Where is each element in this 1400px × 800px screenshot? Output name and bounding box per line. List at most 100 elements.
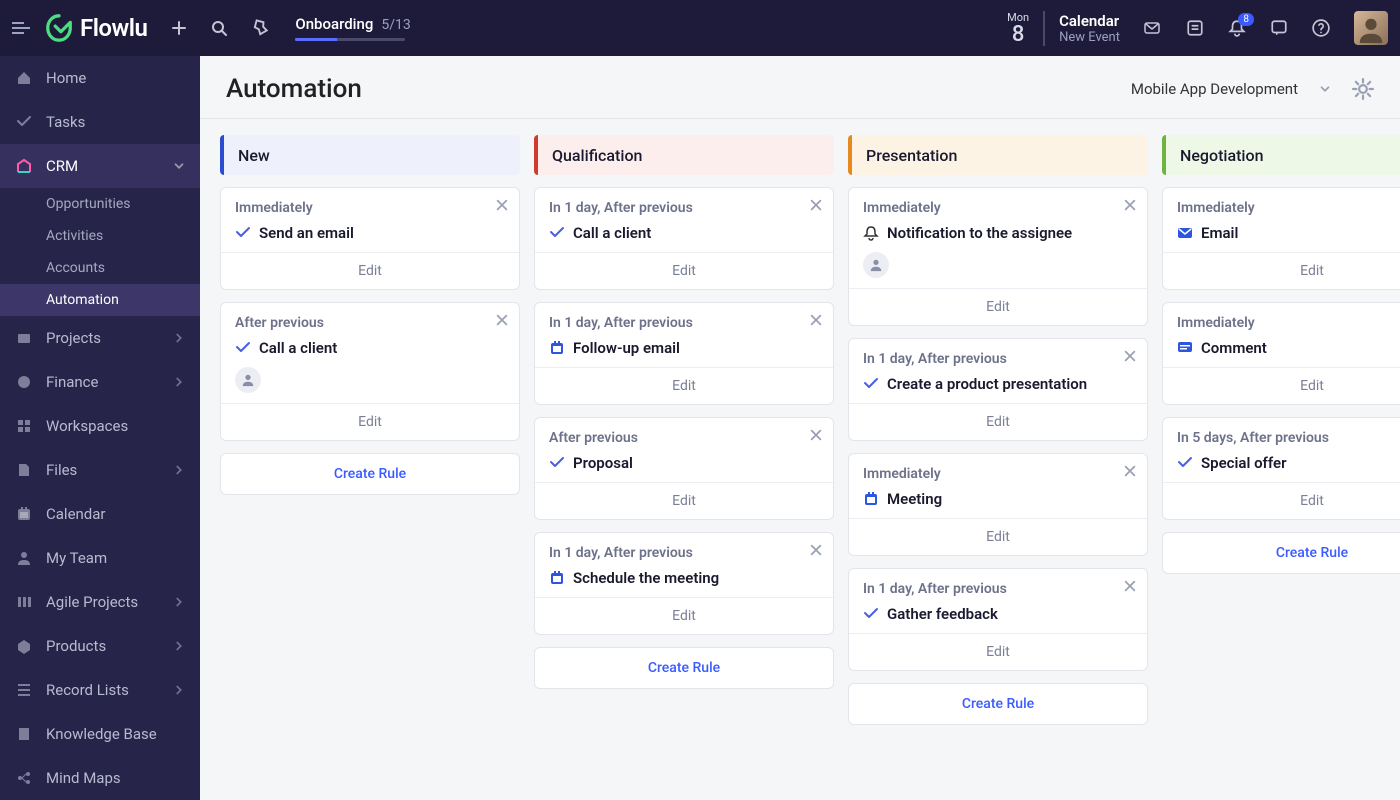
- chat-icon[interactable]: [1270, 19, 1288, 37]
- column: PresentationImmediatelyNotification to t…: [848, 135, 1148, 784]
- card-edit-button[interactable]: Edit: [849, 518, 1147, 555]
- card-edit-button[interactable]: Edit: [535, 597, 833, 634]
- sidebar-sub-activities[interactable]: Activities: [0, 220, 200, 252]
- mail-icon: [1177, 225, 1193, 241]
- sidebar-item-tasks[interactable]: Tasks: [0, 100, 200, 144]
- check-icon: [1177, 455, 1193, 471]
- tasks-icon: [14, 112, 34, 132]
- card-action: Meeting: [863, 490, 1133, 508]
- card-trigger: In 1 day, After previous: [549, 315, 819, 331]
- check-icon: [235, 225, 251, 241]
- mail-icon[interactable]: [1142, 20, 1162, 36]
- create-rule-button[interactable]: Create Rule: [848, 683, 1148, 725]
- card-label: Send an email: [259, 224, 354, 242]
- calendar-widget[interactable]: Calendar New Event: [1059, 12, 1120, 45]
- card-edit-button[interactable]: Edit: [849, 403, 1147, 440]
- create-rule-button[interactable]: Create Rule: [220, 453, 520, 495]
- column: NegotiationImmediatelyEmailEditImmediate…: [1162, 135, 1400, 784]
- card-trigger: After previous: [235, 315, 505, 331]
- menu-toggle-icon[interactable]: [12, 21, 36, 35]
- sidebar-item-label: Home: [46, 69, 86, 87]
- card-close-button[interactable]: [1123, 198, 1137, 212]
- assignee-chip[interactable]: [235, 367, 261, 393]
- card-label: Notification to the assignee: [887, 224, 1072, 242]
- sidebar-item-home[interactable]: Home: [0, 56, 200, 100]
- chevron-right-icon: [172, 331, 186, 345]
- sidebar-item-workspaces[interactable]: Workspaces: [0, 404, 200, 448]
- sidebar-item-projects[interactable]: Projects: [0, 316, 200, 360]
- sidebar-item-products[interactable]: Products: [0, 624, 200, 668]
- sidebar-item-records[interactable]: Record Lists: [0, 668, 200, 712]
- notifications-badge: 8: [1238, 13, 1254, 26]
- chat-icon: [1177, 340, 1193, 356]
- sidebar-sub-opportunities[interactable]: Opportunities: [0, 188, 200, 220]
- sidebar-item-crm[interactable]: CRM: [0, 144, 200, 188]
- notifications-icon[interactable]: 8: [1228, 19, 1246, 37]
- help-icon[interactable]: [1312, 19, 1330, 37]
- automation-card: After previousCall a clientEdit: [220, 302, 520, 441]
- onboarding-label: Onboarding: [295, 15, 373, 33]
- card-trigger: Immediately: [863, 200, 1133, 216]
- automation-card: In 5 days, After previousSpecial offerEd…: [1162, 417, 1400, 520]
- onboarding-widget[interactable]: Onboarding 5/13: [295, 15, 410, 41]
- card-label: Special offer: [1201, 454, 1287, 472]
- settings-button[interactable]: [1352, 78, 1374, 100]
- add-button[interactable]: [171, 20, 187, 36]
- card-trigger: In 1 day, After previous: [863, 581, 1133, 597]
- sidebar-item-label: Products: [46, 637, 106, 655]
- card-close-button[interactable]: [809, 313, 823, 327]
- sidebar-sub-label: Activities: [46, 228, 103, 244]
- card-close-button[interactable]: [809, 543, 823, 557]
- card-edit-button[interactable]: Edit: [221, 252, 519, 289]
- card-edit-button[interactable]: Edit: [535, 252, 833, 289]
- sidebar-item-kb[interactable]: Knowledge Base: [0, 712, 200, 756]
- sidebar-item-agile[interactable]: Agile Projects: [0, 580, 200, 624]
- avatar[interactable]: [1354, 11, 1388, 45]
- card-label: Comment: [1201, 339, 1267, 357]
- check-icon: [863, 606, 879, 622]
- sidebar-item-mindmaps[interactable]: Mind Maps: [0, 756, 200, 800]
- workspaces-icon: [14, 416, 34, 436]
- automation-card: ImmediatelySend an emailEdit: [220, 187, 520, 290]
- card-close-button[interactable]: [495, 313, 509, 327]
- sidebar-item-label: Record Lists: [46, 681, 129, 699]
- sidebar-sub-automation[interactable]: Automation: [0, 284, 200, 316]
- sidebar-item-finance[interactable]: Finance: [0, 360, 200, 404]
- card-trigger: Immediately: [1177, 200, 1400, 216]
- card-edit-button[interactable]: Edit: [221, 403, 519, 440]
- card-edit-button[interactable]: Edit: [535, 367, 833, 404]
- card-edit-button[interactable]: Edit: [1163, 367, 1400, 404]
- card-action: Proposal: [549, 454, 819, 472]
- card-close-button[interactable]: [809, 198, 823, 212]
- card-close-button[interactable]: [809, 428, 823, 442]
- card-close-button[interactable]: [1123, 464, 1137, 478]
- card-action: Create a product presentation: [863, 375, 1133, 393]
- search-button[interactable]: [211, 20, 227, 36]
- date-widget[interactable]: Mon 8: [1007, 11, 1045, 46]
- logo[interactable]: Flowlu: [44, 13, 147, 43]
- pin-button[interactable]: [251, 18, 271, 38]
- assignee-chip[interactable]: [863, 252, 889, 278]
- sidebar-item-myteam[interactable]: My Team: [0, 536, 200, 580]
- card-edit-button[interactable]: Edit: [1163, 482, 1400, 519]
- kb-icon: [14, 724, 34, 744]
- create-rule-button[interactable]: Create Rule: [1162, 532, 1400, 574]
- sidebar-item-label: CRM: [46, 157, 78, 175]
- chevron-right-icon: [172, 463, 186, 477]
- notes-icon[interactable]: [1186, 19, 1204, 37]
- card-edit-button[interactable]: Edit: [535, 482, 833, 519]
- date-day: 8: [1007, 24, 1029, 46]
- card-edit-button[interactable]: Edit: [1163, 252, 1400, 289]
- sidebar-item-calendar[interactable]: Calendar: [0, 492, 200, 536]
- card-edit-button[interactable]: Edit: [849, 288, 1147, 325]
- column-header: New: [220, 135, 520, 175]
- card-close-button[interactable]: [1123, 579, 1137, 593]
- card-close-button[interactable]: [495, 198, 509, 212]
- automation-card: Immediately Notification to the assignee E…: [848, 187, 1148, 326]
- sidebar-sub-accounts[interactable]: Accounts: [0, 252, 200, 284]
- create-rule-button[interactable]: Create Rule: [534, 647, 834, 689]
- card-edit-button[interactable]: Edit: [849, 633, 1147, 670]
- sidebar-item-files[interactable]: Files: [0, 448, 200, 492]
- card-close-button[interactable]: [1123, 349, 1137, 363]
- project-picker[interactable]: Mobile App Development: [1131, 80, 1332, 98]
